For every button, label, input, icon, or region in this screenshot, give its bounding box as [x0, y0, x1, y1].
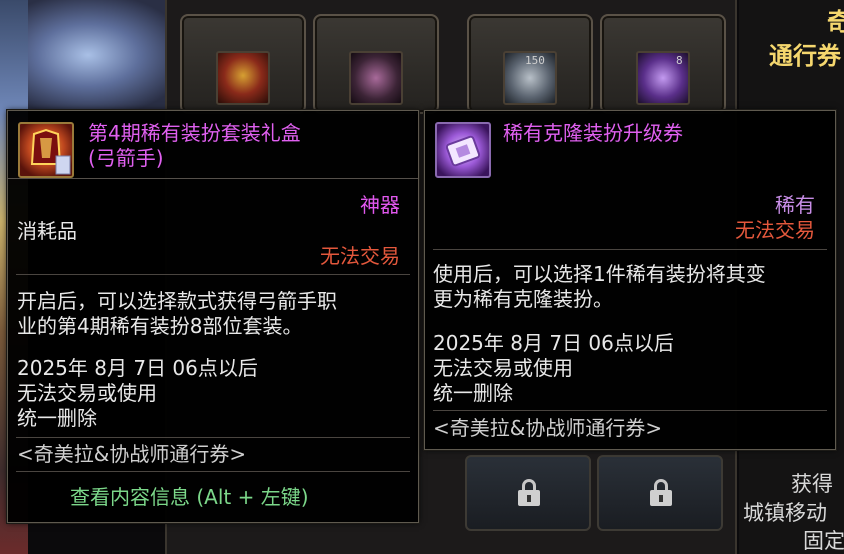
costume-box-icon: [18, 122, 74, 178]
locked-slot-2[interactable]: [597, 455, 723, 531]
divider: [433, 249, 827, 250]
item-category: 消耗品: [17, 219, 77, 243]
item-source: <奇美拉&协战师通行券>: [17, 442, 247, 466]
character-artwork-top: [28, 0, 178, 110]
item-tooltip-costume-box: 第4期稀有装扮套装礼盒 (弓箭手) 神器 消耗品 无法交易 开启后，可以选择款式…: [7, 110, 419, 523]
reward-slot-3[interactable]: 150: [467, 14, 593, 114]
slot-count: 150: [525, 54, 545, 67]
reward-slot-2[interactable]: [313, 14, 439, 114]
description-line-2: 更为稀有克隆装扮。: [433, 287, 613, 311]
view-contents-button[interactable]: 查看内容信息 (Alt + 左键): [70, 485, 309, 509]
expiry-delete: 统一删除: [17, 406, 97, 430]
locked-slot-1[interactable]: [465, 455, 591, 531]
rarity-label: 稀有: [775, 193, 815, 217]
divider: [16, 437, 410, 438]
expiry-restriction: 无法交易或使用: [433, 356, 573, 380]
item-name: 第4期稀有装扮套装礼盒 (弓箭手): [88, 121, 301, 171]
upgrade-ticket-icon: [435, 122, 491, 178]
costume-box-icon: [216, 51, 270, 105]
lock-icon: [517, 479, 541, 507]
trade-status: 无法交易: [320, 244, 400, 268]
pass-title-partial: 通行券: [769, 42, 841, 70]
rarity-label: 神器: [360, 193, 400, 217]
panel-title-partial: 奇: [827, 8, 844, 36]
reward-slot-1[interactable]: [180, 14, 306, 114]
item-name-line-1: 第4期稀有装扮套装礼盒: [88, 121, 301, 145]
item-name: 稀有克隆装扮升级券: [503, 121, 683, 145]
expiry-date: 2025年 8月 7日 06点以后: [433, 331, 674, 355]
expiry-date: 2025年 8月 7日 06点以后: [17, 356, 258, 380]
info-line-1: 获得: [791, 472, 833, 496]
expiry-restriction: 无法交易或使用: [17, 381, 157, 405]
divider: [16, 274, 410, 275]
divider: [16, 471, 410, 472]
slot-count: 8: [676, 54, 683, 67]
lock-icon: [649, 479, 673, 507]
tooltip-header: 稀有克隆装扮升级券: [425, 111, 835, 179]
description-line-1: 使用后，可以选择1件稀有装扮将其变: [433, 262, 766, 286]
info-line-2: 城镇移动: [743, 501, 827, 525]
item-tooltip-upgrade-ticket: 稀有克隆装扮升级券 稀有 无法交易 使用后，可以选择1件稀有装扮将其变 更为稀有…: [424, 110, 836, 450]
divider: [433, 410, 827, 411]
expiry-delete: 统一删除: [433, 381, 513, 405]
description-line-2: 业的第4期稀有装扮8部位套装。: [17, 314, 303, 338]
description-line-1: 开启后，可以选择款式获得弓箭手职: [17, 289, 337, 313]
item-source: <奇美拉&协战师通行券>: [433, 416, 663, 440]
item-name-line-2: (弓箭手): [88, 146, 164, 170]
reward-slot-4[interactable]: 8: [600, 14, 726, 114]
info-line-3: 固定: [803, 529, 844, 553]
tooltip-header: 第4期稀有装扮套装礼盒 (弓箭手): [8, 111, 418, 179]
trade-status: 无法交易: [735, 218, 815, 242]
emblem-icon: [349, 51, 403, 105]
